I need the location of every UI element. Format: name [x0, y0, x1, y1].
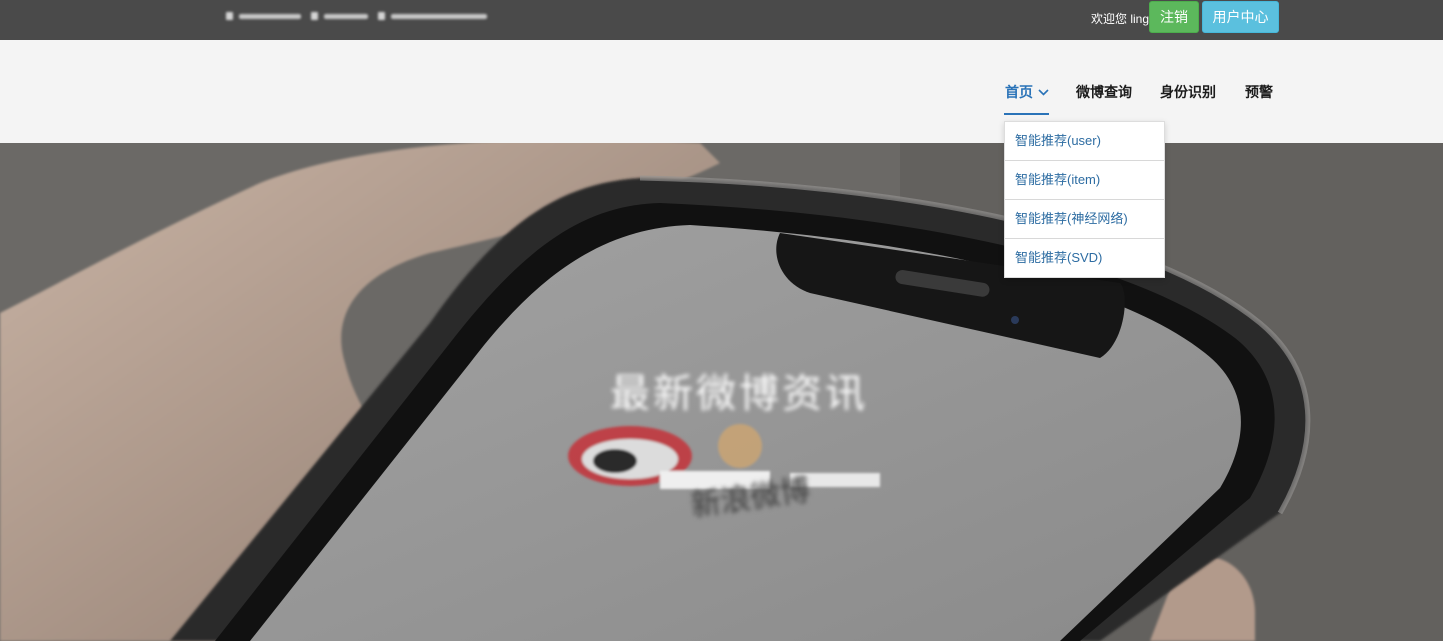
top-bar: 欢迎您 ling 注销 用户中心: [0, 0, 1443, 40]
nav-item-warning[interactable]: 预警: [1245, 82, 1273, 102]
menu-item-recommend-item[interactable]: 智能推荐(item): [1005, 161, 1164, 200]
menu-item-recommend-user[interactable]: 智能推荐(user): [1005, 122, 1164, 161]
phone-icon: [226, 12, 233, 20]
welcome-text: 欢迎您 ling: [1091, 12, 1150, 26]
home-dropdown-menu: 智能推荐(user) 智能推荐(item) 智能推荐(神经网络) 智能推荐(SV…: [1004, 121, 1165, 278]
nav-item-home-label: 首页: [1005, 84, 1033, 100]
mail-icon: [311, 12, 318, 20]
contact-info: [226, 9, 487, 23]
logout-button[interactable]: 注销: [1149, 1, 1199, 33]
nav-active-underline: [1004, 113, 1049, 115]
menu-item-recommend-svd[interactable]: 智能推荐(SVD): [1005, 239, 1164, 277]
nav-item-identity[interactable]: 身份识别: [1160, 82, 1216, 102]
location-icon: [378, 12, 385, 20]
nav-item-weibo-query[interactable]: 微博查询: [1076, 82, 1132, 102]
menu-item-recommend-neural-network[interactable]: 智能推荐(神经网络): [1005, 200, 1164, 239]
contact-address: [378, 12, 487, 20]
hero-banner: 最新微博资讯 新浪微博: [0, 143, 1443, 641]
chevron-down-icon: [1038, 88, 1049, 96]
nav-item-home[interactable]: 首页: [1005, 82, 1049, 102]
contact-email: [311, 12, 368, 20]
main-navbar: 首页 微博查询 身份识别 预警: [0, 40, 1443, 143]
user-center-button[interactable]: 用户中心: [1202, 1, 1279, 33]
contact-phone: [226, 12, 301, 20]
